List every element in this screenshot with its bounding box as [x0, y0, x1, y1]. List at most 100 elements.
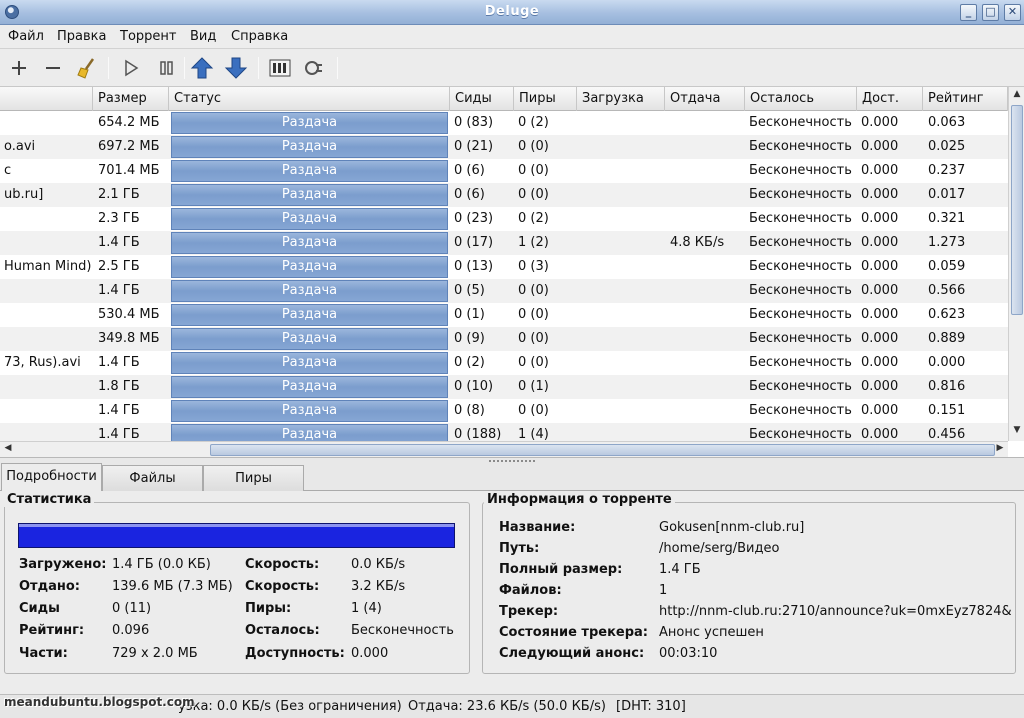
cell-peers: 0 (0) — [518, 187, 549, 202]
status-progress-bar: Раздача — [171, 160, 448, 182]
preferences-icon[interactable] — [267, 56, 293, 80]
table-row[interactable]: 530.4 МБ 0 (1) 0 (0) Бесконечность 0.000 0.62… — [0, 303, 1008, 327]
menu-view[interactable]: Вид — [190, 29, 216, 44]
status-progress-bar: Раздача — [171, 256, 448, 278]
next-announce-value: 00:03:10 — [659, 646, 718, 661]
table-row[interactable]: 1.4 ГБ 0 (17) 1 (2) 4.8 КБ/s Бесконечность 0.… — [0, 231, 1008, 255]
scroll-up-icon[interactable]: ▲ — [1010, 89, 1024, 99]
cell-size: 697.2 МБ — [98, 139, 160, 154]
cell-size: 530.4 МБ — [98, 307, 160, 322]
column-header-availability[interactable]: Дост. — [857, 87, 923, 111]
list-header: Размер Статус Сиды Пиры Загрузка Отдача … — [0, 87, 1008, 111]
torrent-list: Размер Статус Сиды Пиры Загрузка Отдача … — [0, 87, 1024, 458]
column-header-size[interactable]: Размер — [93, 87, 169, 111]
cell-size: 654.2 МБ — [98, 115, 160, 130]
table-row[interactable]: 1.4 ГБ 0 (188) 1 (4) Бесконечность 0.000 0.45… — [0, 423, 1008, 441]
cell-peers: 1 (4) — [518, 427, 549, 441]
scroll-left-icon[interactable]: ◀ — [1, 443, 15, 453]
scroll-down-icon[interactable]: ▼ — [1010, 425, 1024, 435]
tracker-value: http://nnm-club.ru:2710/announce?uk=0mxE… — [659, 604, 1011, 619]
column-header-seeds[interactable]: Сиды — [450, 87, 514, 111]
vertical-scrollbar[interactable]: ▲ ▼ — [1008, 87, 1024, 441]
menu-file[interactable]: Файл — [8, 29, 44, 44]
cell-eta: Бесконечность — [749, 403, 852, 418]
files-label: Файлов: — [499, 583, 562, 598]
upload-speed-label: Скорость: — [245, 579, 320, 594]
table-row[interactable]: 349.8 МБ 0 (9) 0 (0) Бесконечность 0.000 0.88… — [0, 327, 1008, 351]
maximize-button[interactable]: □ — [982, 4, 999, 21]
table-row[interactable]: 73, Rus).avi 1.4 ГБ 0 (2) 0 (0) Бесконечност… — [0, 351, 1008, 375]
column-header-ratio[interactable]: Рейтинг — [923, 87, 1008, 111]
table-row[interactable]: 1.4 ГБ 0 (8) 0 (0) Бесконечность 0.000 0.151 Р… — [0, 399, 1008, 423]
torrent-info-title: Информация о торренте — [484, 492, 675, 507]
cell-seeds: 0 (17) — [454, 235, 494, 250]
pieces-label: Части: — [19, 646, 68, 661]
path-value: /home/serg/Видео — [659, 541, 780, 556]
cell-ratio: 1.273 — [928, 235, 966, 250]
cell-seeds: 0 (5) — [454, 283, 485, 298]
scrollbar-thumb[interactable] — [1011, 105, 1023, 315]
column-header-download[interactable]: Загрузка — [577, 87, 665, 111]
column-header-name[interactable] — [0, 87, 93, 111]
cell-availability: 0.000 — [861, 403, 899, 418]
horizontal-scrollbar-thumb[interactable] — [210, 444, 995, 456]
status-label: Раздача — [281, 427, 338, 441]
tracker-status-value: Анонс успешен — [659, 625, 764, 640]
table-row[interactable]: ub.ru] 2.1 ГБ 0 (6) 0 (0) Бесконечность 0.000… — [0, 183, 1008, 207]
cell-ratio: 0.456 — [928, 427, 966, 441]
table-row[interactable]: Human Mind) 2.5 ГБ 0 (13) 0 (3) Бесконечност… — [0, 255, 1008, 279]
connection-manager-icon[interactable] — [301, 56, 327, 80]
status-progress-bar: Раздача — [171, 304, 448, 326]
cell-upload: 4.8 КБ/s — [670, 235, 725, 250]
cell-peers: 0 (0) — [518, 331, 549, 346]
add-icon[interactable] — [6, 56, 32, 80]
minimize-button[interactable]: _ — [960, 4, 977, 21]
cell-ratio: 0.816 — [928, 379, 966, 394]
cell-size: 349.8 МБ — [98, 331, 160, 346]
tab-files[interactable]: Файлы — [102, 465, 203, 492]
table-row[interactable]: 654.2 МБ 0 (83) 0 (2) Бесконечность 0.000 0.0… — [0, 111, 1008, 135]
table-row[interactable]: 2.3 ГБ 0 (23) 0 (2) Бесконечность 0.000 0.321… — [0, 207, 1008, 231]
table-row[interactable]: 1.4 ГБ 0 (5) 0 (0) Бесконечность 0.000 0.566 Р… — [0, 279, 1008, 303]
table-row[interactable]: c 701.4 МБ 0 (6) 0 (0) Бесконечность 0.000 0.2… — [0, 159, 1008, 183]
clear-icon[interactable] — [74, 56, 100, 80]
menu-torrent[interactable]: Торрент — [120, 29, 176, 44]
seeds-value: 0 (11) — [112, 601, 152, 616]
menu-edit[interactable]: Правка — [57, 29, 106, 44]
column-header-eta[interactable]: Осталось — [745, 87, 857, 111]
cell-size: 2.3 ГБ — [98, 211, 140, 226]
column-header-peers[interactable]: Пиры — [514, 87, 577, 111]
seeds-label: Сиды — [19, 601, 60, 616]
status-label: Раздача — [281, 115, 338, 130]
tab-peers[interactable]: Пиры — [203, 465, 304, 492]
pause-icon[interactable] — [153, 56, 179, 80]
status-download[interactable]: узка: 0.0 КБ/s (Без ограничения) — [178, 699, 402, 714]
column-header-status[interactable]: Статус — [169, 87, 450, 111]
cell-peers: 0 (0) — [518, 139, 549, 154]
table-row[interactable]: o.avi 697.2 МБ 0 (21) 0 (0) Бесконечность 0.0… — [0, 135, 1008, 159]
status-label: Раздача — [281, 403, 338, 418]
cell-availability: 0.000 — [861, 163, 899, 178]
cell-eta: Бесконечность — [749, 235, 852, 250]
statistics-title: Статистика — [4, 492, 95, 507]
status-upload[interactable]: Отдача: 23.6 КБ/s (50.0 КБ/s) — [408, 699, 606, 714]
status-label: Раздача — [281, 211, 338, 226]
cell-ratio: 0.237 — [928, 163, 966, 178]
queue-down-icon[interactable] — [223, 56, 249, 80]
remove-icon[interactable] — [40, 56, 66, 80]
cell-peers: 0 (2) — [518, 115, 549, 130]
menu-help[interactable]: Справка — [231, 29, 288, 44]
scroll-right-icon[interactable]: ▶ — [993, 443, 1007, 453]
close-button[interactable]: ✕ — [1004, 4, 1021, 21]
total-size-label: Полный размер: — [499, 562, 623, 577]
tab-details[interactable]: Подробности — [1, 463, 102, 492]
cell-eta: Бесконечность — [749, 259, 852, 274]
status-progress-bar: Раздача — [171, 424, 448, 441]
cell-seeds: 0 (1) — [454, 307, 485, 322]
column-header-upload[interactable]: Отдача — [665, 87, 745, 111]
table-row[interactable]: 1.8 ГБ 0 (10) 0 (1) Бесконечность 0.000 0.816… — [0, 375, 1008, 399]
horizontal-scrollbar[interactable]: ◀ ▶ — [0, 441, 1008, 457]
queue-up-icon[interactable] — [189, 56, 215, 80]
cell-ratio: 0.059 — [928, 259, 966, 274]
resume-icon[interactable] — [118, 56, 144, 80]
